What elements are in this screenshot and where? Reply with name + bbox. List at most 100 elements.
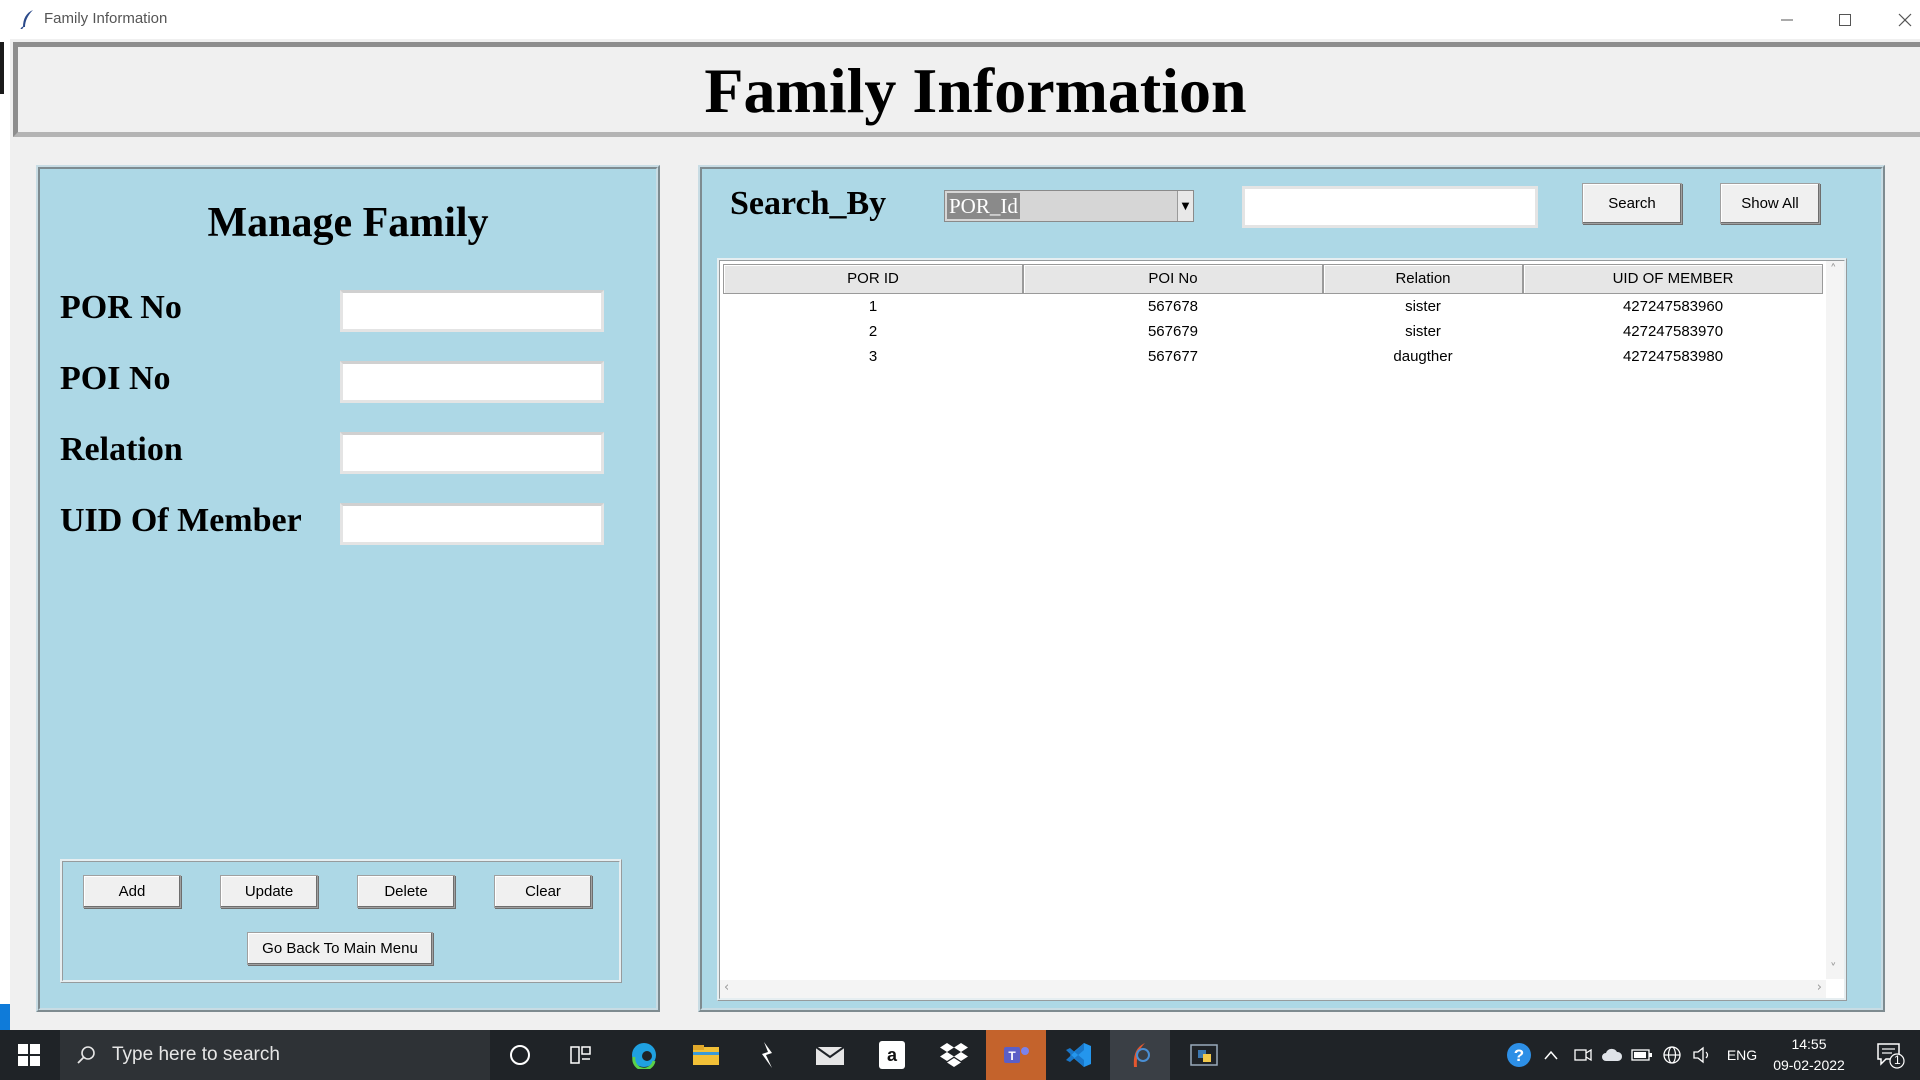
input-language: ENG: [1726, 1047, 1758, 1063]
cell-por-id: 1: [868, 298, 878, 315]
taskbar-app-vscode[interactable]: [1052, 1030, 1104, 1080]
cell-uid-of-member: 427247583970: [1622, 323, 1724, 340]
column-header-poi-no[interactable]: POI No: [1023, 264, 1323, 294]
edge-icon: [632, 1043, 656, 1069]
clock-time: 14:55: [1791, 1036, 1827, 1052]
tray-battery[interactable]: [1628, 1030, 1656, 1080]
horizontal-scrollbar[interactable]: ‹ ›: [720, 980, 1826, 998]
tray-meet-now[interactable]: [1570, 1030, 1596, 1080]
minimize-button[interactable]: [1764, 0, 1810, 39]
task-view-button[interactable]: [556, 1030, 606, 1080]
clear-button[interactable]: Clear: [494, 875, 592, 908]
desktop-edge: [0, 39, 10, 1019]
go-back-button[interactable]: Go Back To Main Menu: [247, 932, 433, 965]
speaker-icon: [1693, 1046, 1709, 1064]
input-language-button[interactable]: ENG: [1720, 1030, 1764, 1080]
notification-count: 1: [1894, 1053, 1901, 1067]
manage-family-title: Manage Family: [207, 200, 489, 246]
search-by-selected: POR_Id: [947, 193, 1020, 219]
cortana-icon: [510, 1045, 530, 1065]
close-button[interactable]: [1882, 0, 1920, 39]
por-no-input[interactable]: [340, 290, 604, 332]
taskbar-app-dropbox[interactable]: [928, 1030, 980, 1080]
column-header-uid-of-member[interactable]: UID OF MEMBER: [1523, 264, 1823, 294]
svg-text:?: ?: [1514, 1046, 1524, 1065]
vertical-scrollbar[interactable]: ˄ ˅: [1826, 261, 1844, 979]
relation-input[interactable]: [340, 432, 604, 474]
start-button[interactable]: [0, 1030, 58, 1080]
cell-relation: sister: [1405, 298, 1441, 315]
maximize-button[interactable]: [1822, 0, 1868, 39]
show-all-button[interactable]: Show All: [1720, 183, 1820, 224]
task-view-icon: [570, 1046, 591, 1064]
add-button[interactable]: Add: [83, 875, 181, 908]
chevron-up-icon: [1544, 1050, 1558, 1060]
show-hidden-icons-button[interactable]: [1538, 1030, 1564, 1080]
svg-text:a: a: [887, 1045, 898, 1065]
relation-label: Relation: [60, 431, 183, 468]
battery-icon: [1631, 1049, 1652, 1061]
dropbox-icon: [940, 1043, 968, 1067]
taskbar-search-box[interactable]: Type here to search: [60, 1030, 490, 1080]
taskbar-app-amazon[interactable]: a: [866, 1030, 918, 1080]
tray-volume[interactable]: [1688, 1030, 1716, 1080]
taskbar-app-mail[interactable]: [804, 1030, 856, 1080]
globe-icon: [1663, 1046, 1681, 1064]
family-table: POR ID POI No Relation UID OF MEMBER 1 5…: [717, 258, 1847, 1001]
teams-icon: T: [1004, 1047, 1029, 1063]
poi-no-input[interactable]: [340, 361, 604, 403]
search-input[interactable]: [1242, 186, 1538, 228]
tray-onedrive[interactable]: [1598, 1030, 1626, 1080]
cell-uid-of-member: 427247583960: [1622, 298, 1724, 315]
taskbar-app-teams[interactable]: T: [986, 1030, 1046, 1080]
action-center-button[interactable]: 1: [1866, 1030, 1914, 1080]
taskbar-app-edge[interactable]: [618, 1030, 670, 1080]
delete-button[interactable]: Delete: [357, 875, 455, 908]
cortana-button[interactable]: [494, 1030, 546, 1080]
scroll-up-icon[interactable]: ˄: [1830, 263, 1837, 278]
taskbar-app-python-tk[interactable]: [1110, 1030, 1170, 1080]
help-icon: ?: [1507, 1043, 1531, 1067]
taskbar-app-lightning[interactable]: [742, 1030, 794, 1080]
page-title: Family Information: [704, 55, 1247, 126]
header-bar: Family Information: [13, 42, 1920, 137]
update-button[interactable]: Update: [220, 875, 318, 908]
taskbar-app-file-explorer[interactable]: [680, 1030, 732, 1080]
close-icon: [1898, 13, 1912, 26]
cloud-icon: [1602, 1048, 1623, 1061]
feather-app-icon: [1133, 1043, 1150, 1067]
dropdown-arrow-icon[interactable]: ▼: [1177, 191, 1193, 221]
search-by-combobox[interactable]: POR_Id ▼: [944, 190, 1194, 222]
manage-family-panel: Manage Family POR No POI No Relation UID…: [36, 165, 660, 1012]
table-row[interactable]: 1 567678 sister 427247583960: [723, 294, 1823, 319]
search-panel: Search_By POR_Id ▼ Search Show All POR I…: [698, 165, 1885, 1012]
amazon-icon: a: [879, 1041, 905, 1069]
clock-date: 09-02-2022: [1773, 1057, 1845, 1073]
column-header-por-id[interactable]: POR ID: [723, 264, 1023, 294]
poi-no-label: POI No: [60, 360, 171, 397]
uid-of-member-input[interactable]: [340, 503, 604, 545]
tray-network[interactable]: [1658, 1030, 1686, 1080]
taskbar-clock[interactable]: 14:55 09-02-2022: [1764, 1030, 1854, 1080]
cell-relation: sister: [1405, 323, 1441, 340]
windows-logo-icon: [18, 1044, 40, 1066]
table-row[interactable]: 3 567677 daugther 427247583980: [723, 344, 1823, 369]
python-icon: [1190, 1044, 1218, 1066]
table-body: 1 567678 sister 427247583960 2 567679 si…: [723, 294, 1823, 369]
scroll-right-icon[interactable]: ›: [1817, 980, 1822, 995]
search-icon: [77, 1046, 95, 1064]
scroll-left-icon[interactable]: ‹: [724, 980, 729, 995]
feather-icon: [20, 10, 33, 29]
taskbar-app-python[interactable]: [1176, 1030, 1232, 1080]
camera-icon: [1574, 1048, 1592, 1062]
help-tray-button[interactable]: ?: [1504, 1030, 1534, 1080]
table-header: POR ID POI No Relation UID OF MEMBER: [723, 264, 1823, 294]
desktop-edge-stripe: [0, 42, 4, 94]
column-header-relation[interactable]: Relation: [1323, 264, 1523, 294]
uid-of-member-label: UID Of Member: [60, 502, 302, 539]
button-frame: Add Update Delete Clear Go Back To Main …: [60, 859, 622, 983]
scroll-down-icon[interactable]: ˅: [1830, 962, 1837, 977]
table-row[interactable]: 2 567679 sister 427247583970: [723, 319, 1823, 344]
taskbar-search-placeholder: Type here to search: [112, 1044, 280, 1065]
search-button[interactable]: Search: [1582, 183, 1682, 224]
